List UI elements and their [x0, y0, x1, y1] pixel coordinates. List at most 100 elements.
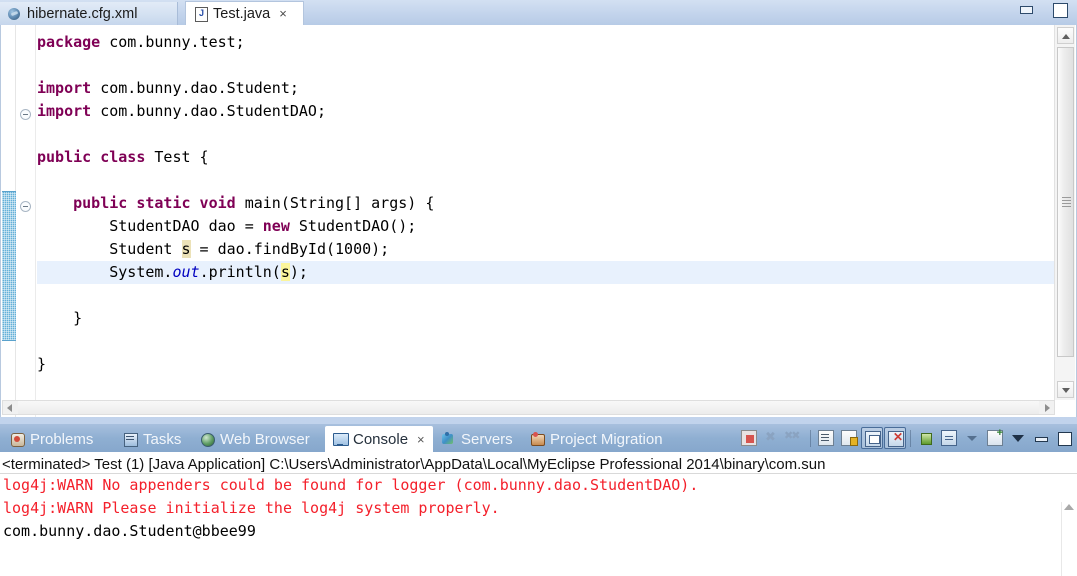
code-token: Test { — [145, 148, 209, 166]
open-console-dropdown-arrow-icon — [1010, 430, 1026, 446]
fold-toggle-imports[interactable] — [20, 109, 31, 120]
minimize-icon[interactable] — [1018, 3, 1035, 16]
java-editor[interactable]: package com.bunny.test; import com.bunny… — [0, 25, 1077, 417]
fold-toggle-main-method[interactable] — [20, 201, 31, 212]
code-token: import — [37, 79, 92, 97]
console-tab-project-migration[interactable]: Project Migration — [522, 426, 682, 452]
console-tab-label: Web Browser — [220, 430, 310, 448]
code-token: ); — [289, 263, 308, 281]
console-icon — [332, 431, 349, 447]
show-console-button[interactable] — [861, 427, 883, 449]
console-output-line: com.bunny.dao.Student@bbee99 — [3, 522, 256, 540]
show-console-icon — [865, 431, 881, 447]
close-console-button[interactable] — [884, 427, 906, 449]
code-line[interactable]: package com.bunny.test; — [37, 31, 1054, 54]
pin-console-button[interactable] — [915, 427, 937, 449]
console-tab-tasks[interactable]: Tasks — [115, 426, 192, 452]
console-vertical-scrollbar[interactable] — [1061, 502, 1077, 576]
code-token: import — [37, 102, 92, 120]
scroll-up-arrow-icon[interactable] — [1064, 504, 1074, 510]
remove-launch-button[interactable] — [761, 427, 783, 449]
code-line[interactable]: public class Test { — [37, 146, 1054, 169]
editor-tab-test-java[interactable]: Test.java × — [185, 1, 304, 25]
code-line[interactable]: StudentDAO dao = new StudentDAO(); — [37, 215, 1054, 238]
code-token: StudentDAO(); — [289, 217, 417, 235]
scroll-left-arrow-icon[interactable] — [3, 401, 18, 414]
scroll-thumb-grip-icon — [1062, 197, 1071, 207]
code-line[interactable] — [37, 169, 1054, 192]
code-line[interactable] — [37, 123, 1054, 146]
display-dropdown-arrow[interactable] — [961, 427, 983, 449]
console-tab-label: Tasks — [143, 430, 182, 448]
code-line[interactable]: import com.bunny.dao.Student; — [37, 77, 1054, 100]
console-output-area[interactable]: <terminated> Test (1) [Java Application]… — [0, 452, 1077, 576]
migration-icon — [529, 431, 545, 447]
code-token: com.bunny.dao.StudentDAO; — [91, 102, 326, 120]
tasks-icon — [122, 431, 138, 447]
open-console-icon — [987, 427, 1003, 446]
console-view-panel: Problems Tasks Web Browser Console × Servers P… — [0, 424, 1077, 576]
display-selected-console[interactable] — [938, 427, 960, 449]
close-icon[interactable]: × — [417, 432, 425, 447]
editor-tab-hibernate-cfg-xml[interactable]: hibernate.cfg.xml — [0, 2, 178, 25]
scroll-right-arrow-icon[interactable] — [1039, 401, 1054, 414]
open-console-dropdown-arrow[interactable] — [1007, 427, 1029, 449]
close-icon[interactable]: × — [279, 7, 287, 20]
clear-console-button[interactable] — [815, 427, 837, 449]
console-tab-problems[interactable]: Problems — [2, 426, 115, 452]
editor-vertical-scrollbar[interactable] — [1054, 25, 1075, 400]
remove-all-launches-button[interactable] — [784, 427, 806, 449]
display-selected-console-icon — [941, 430, 957, 446]
clear-console-icon — [818, 430, 834, 446]
scroll-up-arrow-icon[interactable] — [1057, 27, 1074, 44]
code-token: out — [172, 263, 200, 281]
console-tab-console[interactable]: Console × — [325, 426, 433, 452]
code-token: main(String[] args) { — [235, 194, 435, 212]
code-line[interactable] — [37, 54, 1054, 77]
code-token: = dao.findById(1000); — [190, 240, 390, 258]
scroll-lock-icon — [841, 430, 858, 446]
pin-console-icon — [918, 430, 934, 446]
code-line[interactable]: } — [37, 307, 1054, 330]
remove-all-launches-icon — [784, 429, 803, 446]
console-tab-web-browser[interactable]: Web Browser — [192, 426, 325, 452]
code-line[interactable] — [37, 330, 1054, 353]
code-line[interactable]: } — [37, 353, 1054, 376]
code-token: public static void — [73, 194, 236, 212]
display-dropdown-arrow-icon — [964, 430, 980, 446]
vertical-scroll-thumb[interactable] — [1057, 47, 1074, 357]
horizontal-scroll-track[interactable] — [18, 401, 1039, 414]
code-token: StudentDAO dao = — [37, 217, 263, 235]
code-token: Student — [37, 240, 182, 258]
code-token: com.bunny.dao.Student; — [91, 79, 299, 97]
console-output-lines: log4j:WARN No appenders could be found f… — [0, 474, 1077, 543]
code-line[interactable]: import com.bunny.dao.StudentDAO; — [37, 100, 1054, 123]
code-line[interactable]: System.out.println(s); — [37, 261, 1054, 284]
code-line[interactable] — [37, 284, 1054, 307]
scroll-down-arrow-icon[interactable] — [1057, 381, 1074, 398]
console-tab-label: Problems — [30, 430, 94, 448]
editor-annotation-gutter[interactable] — [2, 25, 16, 417]
java-file-icon — [193, 6, 208, 22]
scroll-lock-button[interactable] — [838, 427, 860, 449]
terminate-button[interactable] — [738, 427, 760, 449]
terminate-icon — [741, 430, 757, 446]
editor-tab-label: hibernate.cfg.xml — [27, 5, 138, 22]
code-line[interactable]: public static void main(String[] args) { — [37, 192, 1054, 215]
xml-file-icon — [7, 6, 22, 21]
editor-horizontal-scrollbar[interactable] — [2, 400, 1055, 415]
open-console-button[interactable] — [984, 427, 1006, 449]
maximize-icon[interactable] — [1052, 3, 1069, 18]
editor-tab-label: Test.java — [213, 5, 271, 22]
code-token: } — [37, 309, 83, 327]
code-token: s — [280, 263, 290, 281]
separator-1 — [810, 429, 811, 447]
editor-folding-column[interactable] — [16, 25, 36, 417]
maximize-panel-button[interactable] — [1053, 427, 1075, 449]
code-line[interactable]: Student s = dao.findById(1000); — [37, 238, 1054, 261]
eclipse-ide-window: hibernate.cfg.xml Test.java × package co… — [0, 0, 1077, 576]
minimize-panel-button[interactable] — [1030, 427, 1052, 449]
code-text-area[interactable]: package com.bunny.test; import com.bunny… — [37, 25, 1054, 400]
method-range-indicator — [2, 191, 16, 341]
console-tab-servers[interactable]: Servers — [433, 426, 522, 452]
